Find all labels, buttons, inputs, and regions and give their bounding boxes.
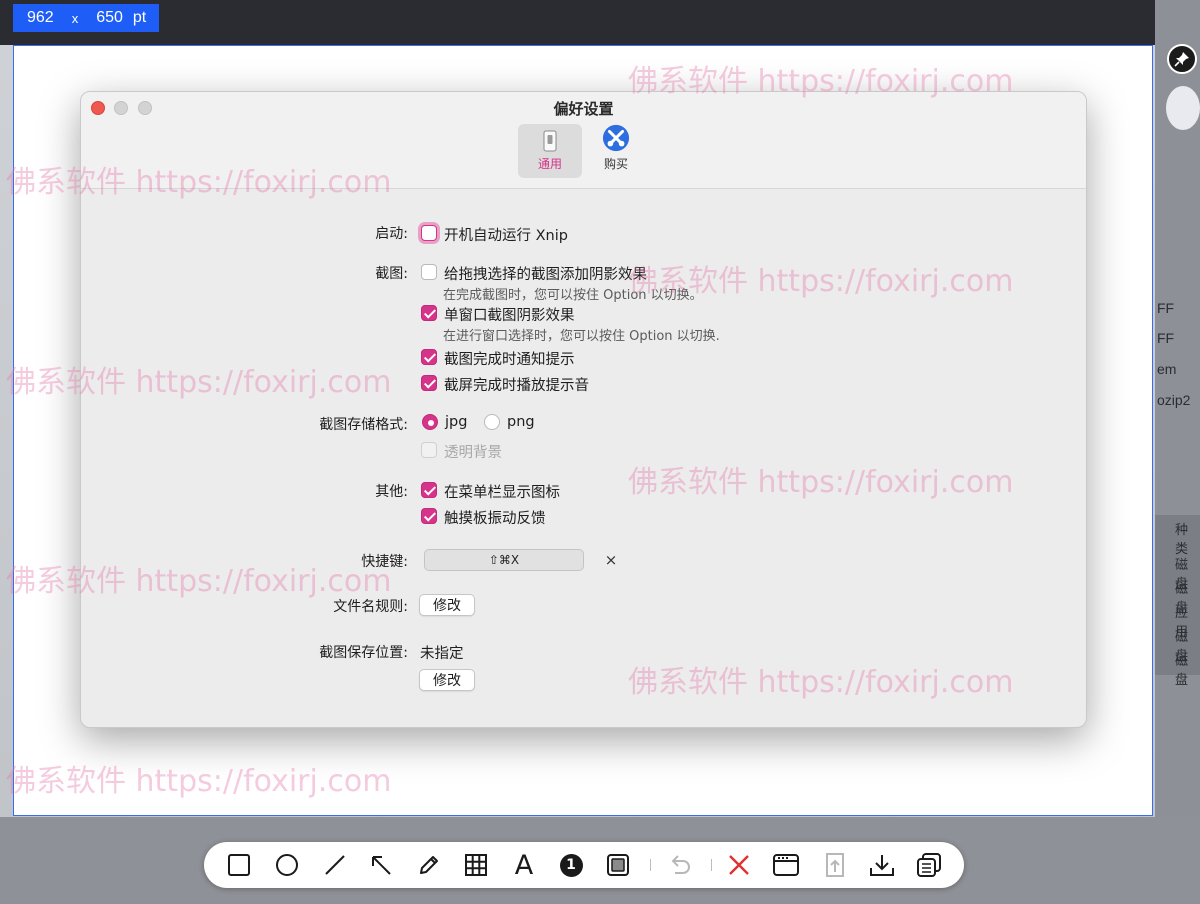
cancel-icon: [729, 855, 749, 875]
arrow-tool-icon: [372, 856, 391, 875]
background-text: 磁盘: [1175, 653, 1189, 687]
mosaic-tool-icon: [465, 854, 487, 876]
transparent-bg-text: 透明背景: [444, 445, 502, 461]
shortcut-field[interactable]: ⇧⌘X: [424, 549, 584, 571]
jpg-radio[interactable]: [422, 414, 438, 430]
share-icon: [826, 853, 844, 877]
cancel-button[interactable]: [724, 850, 754, 880]
save-location-label: 截图保存位置:: [319, 645, 408, 661]
copy-button[interactable]: [914, 850, 944, 880]
window-toolbar: 偏好设置 通用 购买: [81, 92, 1086, 189]
save-location-value: 未指定: [420, 646, 464, 662]
pencil-tool-icon: [420, 856, 438, 874]
pencil-tool-button[interactable]: [414, 850, 444, 880]
save-location-modify-button[interactable]: 修改: [419, 669, 475, 691]
line-tool-icon: [325, 855, 345, 875]
filename-modify-label: 修改: [433, 598, 461, 614]
notify-text: 截图完成时通知提示: [444, 352, 575, 368]
capture-width: 962: [27, 9, 54, 26]
background-text: FF: [1157, 300, 1175, 316]
undo-icon: [671, 855, 690, 874]
png-text: png: [507, 414, 535, 430]
copy-icon: [917, 853, 941, 877]
highlight-tool-button[interactable]: [603, 850, 633, 880]
launch-at-login-text: 开机自动运行 Xnip: [444, 228, 568, 244]
capture-height: 650: [96, 9, 123, 26]
haptic-checkbox[interactable]: [421, 508, 437, 524]
size-separator: x: [71, 10, 79, 26]
menubar-icon-checkbox[interactable]: [421, 482, 437, 498]
rectangle-tool-button[interactable]: [224, 850, 254, 880]
tab-general[interactable]: 通用: [518, 124, 582, 178]
close-icon: ×: [604, 551, 618, 569]
preferences-window: 偏好设置 通用 购买 启动: 开机自动运行 Xnip 截图: 给拖拽选择的截图添…: [80, 91, 1087, 728]
text-tool-button[interactable]: A: [509, 849, 539, 881]
tab-buy-label: 购买: [603, 157, 628, 171]
transparent-bg-checkbox: [421, 442, 437, 458]
background-right-app: [1155, 0, 1200, 904]
window-shadow-hint: 在进行窗口选择时，您可以按住 Option 以切换.: [443, 329, 720, 344]
arrow-tool-button[interactable]: [366, 850, 396, 880]
text-tool-icon: A: [514, 849, 534, 881]
toolbar-separator: [711, 859, 712, 871]
background-text: ozip2: [1157, 392, 1191, 408]
startup-label: 启动:: [375, 226, 408, 242]
clear-shortcut-button[interactable]: ×: [602, 549, 620, 571]
sound-checkbox[interactable]: [421, 375, 437, 391]
background-text: FF: [1157, 330, 1175, 346]
jpg-text: jpg: [445, 414, 468, 430]
format-label: 截图存储格式:: [319, 417, 408, 433]
highlight-tool-icon: [607, 854, 629, 876]
switch-icon: [543, 130, 557, 152]
pin-button[interactable]: [1167, 44, 1197, 74]
size-unit: pt: [132, 9, 147, 26]
other-label: 其他:: [375, 484, 408, 500]
drag-shadow-checkbox[interactable]: [421, 264, 437, 280]
window-title: 偏好设置: [553, 100, 614, 118]
ellipse-tool-button[interactable]: [272, 850, 302, 880]
capture-label: 截图:: [375, 266, 408, 282]
download-icon: [870, 855, 894, 876]
ellipse-tool-icon: [276, 854, 298, 876]
background-text: em: [1157, 361, 1177, 377]
mosaic-tool-button[interactable]: [461, 850, 491, 880]
menubar-icon-text: 在菜单栏显示图标: [444, 485, 560, 501]
haptic-text: 触摸板振动反馈: [444, 511, 546, 527]
drag-shadow-hint: 在完成截图时，您可以按住 Option 以切换。: [443, 288, 703, 303]
notify-checkbox[interactable]: [421, 349, 437, 365]
pin-icon: [1174, 52, 1189, 67]
step-number-tool-icon: 1: [559, 853, 583, 877]
step-number-value: 1: [566, 857, 576, 873]
shortcut-label: 快捷键:: [361, 554, 408, 570]
shortcut-value: ⇧⌘X: [488, 553, 520, 567]
undo-button[interactable]: [665, 850, 695, 880]
png-radio[interactable]: [484, 414, 500, 430]
rectangle-tool-icon: [228, 854, 250, 876]
line-tool-button[interactable]: [320, 850, 350, 880]
annotation-toolbar: A 1: [204, 842, 964, 888]
save-location-modify-label: 修改: [433, 673, 461, 689]
filename-label: 文件名规则:: [333, 599, 408, 615]
tab-buy[interactable]: 购买: [584, 124, 648, 178]
window-shadow-checkbox[interactable]: [421, 305, 437, 321]
capture-size-label: 962 x 650 pt: [13, 4, 159, 32]
background-top-bar: [0, 0, 1200, 45]
sound-text: 截屏完成时播放提示音: [444, 378, 589, 394]
toolbar-separator: [650, 859, 651, 871]
window-shadow-text: 单窗口截图阴影效果: [444, 308, 575, 324]
background-app-icon: [1166, 86, 1200, 130]
filename-modify-button[interactable]: 修改: [419, 594, 475, 616]
download-button[interactable]: [867, 850, 897, 880]
drag-shadow-text: 给拖拽选择的截图添加阴影效果: [444, 267, 647, 283]
xnip-logo-icon: [602, 124, 630, 152]
pin-to-screen-button[interactable]: [771, 850, 801, 880]
share-button[interactable]: [820, 850, 850, 880]
pin-to-screen-icon: [773, 854, 799, 876]
launch-at-login-checkbox[interactable]: [421, 225, 437, 241]
tab-general-label: 通用: [537, 157, 562, 171]
step-number-tool-button[interactable]: 1: [556, 850, 586, 880]
background-text: 种类: [1175, 522, 1189, 556]
